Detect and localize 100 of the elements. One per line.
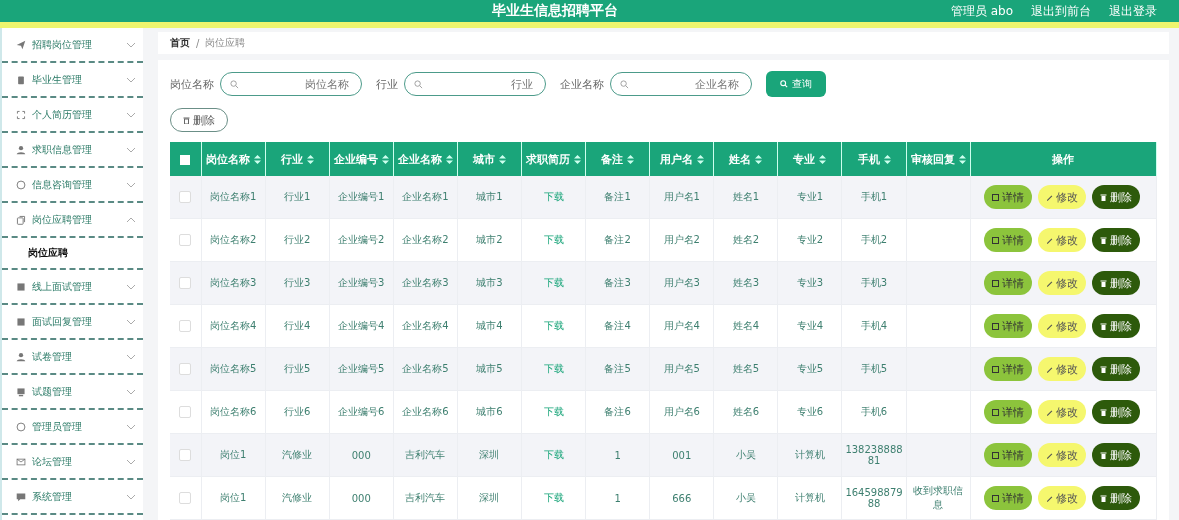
edit-button[interactable]: 修改 xyxy=(1038,228,1086,252)
row-checkbox[interactable] xyxy=(179,320,192,332)
delete-button[interactable]: 删除 xyxy=(1092,314,1140,338)
table-cell: 手机5 xyxy=(842,347,907,391)
download-link[interactable]: 下载 xyxy=(543,406,564,417)
row-checkbox[interactable] xyxy=(179,363,192,375)
pencil-icon xyxy=(1046,279,1053,287)
sort-icon[interactable] xyxy=(498,154,506,164)
sidebar-item[interactable]: 求职信息管理 xyxy=(2,133,143,168)
row-checkbox[interactable] xyxy=(179,406,192,418)
table-cell: 备注4 xyxy=(585,304,650,348)
sidebar-item[interactable]: 面试回复管理 xyxy=(2,305,143,340)
table-cell: 岗位1 xyxy=(201,476,266,520)
sidebar-item[interactable]: 试卷管理 xyxy=(2,340,143,375)
sort-icon[interactable] xyxy=(958,154,966,164)
detail-button[interactable]: 详情 xyxy=(984,271,1032,295)
sidebar-item[interactable]: 招聘岗位管理 xyxy=(2,28,143,63)
submenu-item[interactable]: 岗位应聘 xyxy=(2,238,143,270)
edit-button[interactable]: 修改 xyxy=(1038,400,1086,424)
sidebar-item[interactable]: 系统管理 xyxy=(2,480,143,515)
delete-button[interactable]: 删除 xyxy=(1092,400,1140,424)
table-cell: 企业名称2 xyxy=(393,218,458,262)
row-checkbox[interactable] xyxy=(179,277,192,289)
download-link[interactable]: 下载 xyxy=(543,492,564,503)
sidebar-item[interactable]: 论坛管理 xyxy=(2,445,143,480)
sidebar-item[interactable]: 试题管理 xyxy=(2,375,143,410)
sort-icon[interactable] xyxy=(253,154,261,164)
delete-button[interactable]: 删除 xyxy=(1092,228,1140,252)
sidebar-item[interactable]: 岗位应聘管理 xyxy=(2,203,143,238)
sort-icon[interactable] xyxy=(381,154,389,164)
sort-icon[interactable] xyxy=(627,154,635,164)
detail-button[interactable]: 详情 xyxy=(984,185,1032,209)
edit-button[interactable]: 修改 xyxy=(1038,271,1086,295)
detail-button[interactable]: 详情 xyxy=(984,443,1032,467)
delete-button[interactable]: 删除 xyxy=(1092,443,1140,467)
table-cell: 专业6 xyxy=(777,390,842,434)
trash-icon xyxy=(183,116,190,124)
field-label: 企业名称 xyxy=(560,76,604,92)
sort-icon[interactable] xyxy=(445,154,453,164)
delete-button[interactable]: 删除 xyxy=(170,108,228,132)
detail-button[interactable]: 详情 xyxy=(984,400,1032,424)
sort-icon[interactable] xyxy=(755,154,763,164)
delete-button[interactable]: 删除 xyxy=(1092,271,1140,295)
table-cell: 吉利汽车 xyxy=(393,433,458,477)
table-cell: 深圳 xyxy=(457,476,522,520)
table-cell: 企业名称6 xyxy=(393,390,458,434)
row-checkbox[interactable] xyxy=(179,449,192,461)
trash-icon xyxy=(1100,193,1107,201)
table-cell: 1 xyxy=(585,433,650,477)
edit-button[interactable]: 修改 xyxy=(1038,486,1086,510)
sort-icon[interactable] xyxy=(696,154,704,164)
search-field[interactable]: 行业 xyxy=(404,72,546,96)
sidebar-item[interactable]: 个人简历管理 xyxy=(2,98,143,133)
sidebar-item[interactable]: 管理员管理 xyxy=(2,410,143,445)
delete-button[interactable]: 删除 xyxy=(1092,185,1140,209)
delete-button[interactable]: 删除 xyxy=(1092,357,1140,381)
sidebar-item[interactable]: 信息咨询管理 xyxy=(2,168,143,203)
trash-icon xyxy=(1100,494,1107,502)
table-cell: 汽修业 xyxy=(265,476,330,520)
edit-button[interactable]: 修改 xyxy=(1038,314,1086,338)
table-cell: 手机6 xyxy=(842,390,907,434)
table-cell: 岗位名称6 xyxy=(201,390,266,434)
sort-icon[interactable] xyxy=(574,154,582,164)
search-field[interactable]: 岗位名称 xyxy=(220,72,362,96)
sidebar-item[interactable]: 线上面试管理 xyxy=(2,270,143,305)
sidebar-item[interactable]: 毕业生管理 xyxy=(2,63,143,98)
row-checkbox[interactable] xyxy=(179,234,192,246)
table-cell: 用户名1 xyxy=(649,176,714,219)
table-cell: 企业编号3 xyxy=(329,261,394,305)
detail-button[interactable]: 详情 xyxy=(984,357,1032,381)
breadcrumb-item[interactable]: 首页 xyxy=(170,36,190,50)
row-checkbox[interactable] xyxy=(179,492,192,504)
column-header: 手机 xyxy=(842,142,907,176)
sort-icon[interactable] xyxy=(819,154,827,164)
table-cell: 姓名2 xyxy=(713,218,778,262)
detail-button[interactable]: 详情 xyxy=(984,314,1032,338)
detail-button[interactable]: 详情 xyxy=(984,486,1032,510)
document-icon xyxy=(992,322,999,330)
search-field[interactable]: 企业名称 xyxy=(610,72,752,96)
table-cell: 行业3 xyxy=(265,261,330,305)
chat-icon xyxy=(16,491,26,502)
download-link[interactable]: 下载 xyxy=(543,320,564,331)
download-link[interactable]: 下载 xyxy=(543,234,564,245)
select-all-checkbox[interactable] xyxy=(180,154,191,165)
table-cell: 666 xyxy=(649,476,714,520)
edit-button[interactable]: 修改 xyxy=(1038,185,1086,209)
table-cell: 吉利汽车 xyxy=(393,476,458,520)
column-header: 企业编号 xyxy=(329,142,394,176)
delete-button[interactable]: 删除 xyxy=(1092,486,1140,510)
sort-icon[interactable] xyxy=(883,154,891,164)
table-cell: 企业名称3 xyxy=(393,261,458,305)
sort-icon[interactable] xyxy=(306,154,314,164)
table-cell: 企业名称5 xyxy=(393,347,458,391)
row-checkbox[interactable] xyxy=(179,191,192,203)
detail-button[interactable]: 详情 xyxy=(984,228,1032,252)
table-cell: 企业编号2 xyxy=(329,218,394,262)
edit-button[interactable]: 修改 xyxy=(1038,357,1086,381)
menu-label: 求职信息管理 xyxy=(32,142,93,157)
table-cell: 企业名称1 xyxy=(393,176,458,219)
edit-button[interactable]: 修改 xyxy=(1038,443,1086,467)
